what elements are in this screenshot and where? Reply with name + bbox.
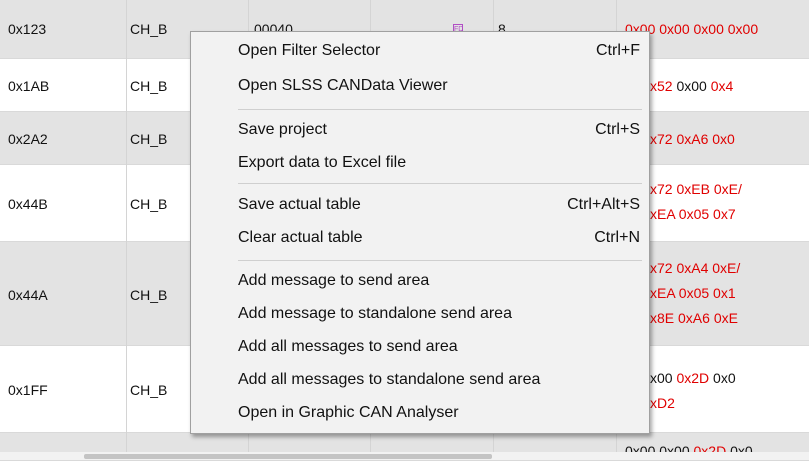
menu-item-shortcut: Ctrl+F <box>596 42 640 59</box>
channel: CH_B <box>130 196 168 212</box>
menu-item-label: Add message to standalone send area <box>238 305 512 322</box>
data-bytes: x52 0x00 0x4 <box>650 78 734 94</box>
menu-item-save-project[interactable]: Save project Ctrl+S <box>191 114 649 146</box>
message-id: 0x44A <box>8 287 48 303</box>
context-menu: Open Filter Selector Ctrl+F Open SLSS CA… <box>190 31 650 434</box>
menu-item-add-message-send-area[interactable]: Add message to send area <box>191 265 649 297</box>
menu-separator <box>238 109 642 110</box>
menu-item-open-filter-selector[interactable]: Open Filter Selector Ctrl+F <box>191 35 649 67</box>
message-id: 0x1FF <box>8 382 48 398</box>
menu-item-label: Save actual table <box>238 196 361 213</box>
menu-item-shortcut: Ctrl+N <box>594 229 640 246</box>
menu-item-label: Add message to send area <box>238 272 430 289</box>
menu-item-label: Clear actual table <box>238 229 363 246</box>
menu-item-open-slss-candata-viewer[interactable]: Open SLSS CANData Viewer <box>191 70 649 102</box>
horizontal-scrollbar-thumb[interactable] <box>84 454 492 459</box>
message-id: 0x2A2 <box>8 131 48 147</box>
menu-item-add-message-standalone[interactable]: Add message to standalone send area <box>191 298 649 330</box>
menu-item-label: Add all messages to send area <box>238 338 458 355</box>
menu-item-open-graphic-can-analyser[interactable]: Open in Graphic CAN Analyser <box>191 397 649 429</box>
message-id: 0x1AB <box>8 78 50 94</box>
menu-item-label: Export data to Excel file <box>238 154 407 171</box>
message-id: 0x123 <box>8 21 47 37</box>
data-bytes-line2: xD2 <box>650 395 675 411</box>
menu-item-shortcut: Ctrl+Alt+S <box>567 196 640 213</box>
menu-item-export-excel[interactable]: Export data to Excel file <box>191 147 649 179</box>
data-bytes: x72 0xA4 0xE/ <box>650 260 741 276</box>
channel: CH_B <box>130 78 168 94</box>
menu-item-label: Open Filter Selector <box>238 42 381 59</box>
menu-item-add-all-messages[interactable]: Add all messages to send area <box>191 331 649 363</box>
menu-item-label: Open in Graphic CAN Analyser <box>238 404 459 421</box>
channel: CH_B <box>130 287 168 303</box>
menu-item-shortcut: Ctrl+S <box>595 121 640 138</box>
menu-separator <box>238 260 642 261</box>
message-id: 0x44B <box>8 196 48 212</box>
menu-item-save-actual-table[interactable]: Save actual table Ctrl+Alt+S <box>191 189 649 221</box>
data-bytes: x72 0xEB 0xE/ <box>650 181 742 197</box>
menu-item-clear-actual-table[interactable]: Clear actual table Ctrl+N <box>191 222 649 254</box>
menu-item-add-all-messages-standalone[interactable]: Add all messages to standalone send area <box>191 364 649 396</box>
channel: CH_B <box>130 131 168 147</box>
data-bytes: x00 0x2D 0x0 <box>650 370 736 386</box>
menu-item-label: Add all messages to standalone send area <box>238 371 541 388</box>
data-bytes-line2: xEA 0x05 0x7 <box>650 206 736 222</box>
menu-item-label: Open SLSS CANData Viewer <box>238 77 448 94</box>
data-bytes-line3: x8E 0xA6 0xE <box>650 310 738 326</box>
menu-separator <box>238 183 642 184</box>
data-bytes: x72 0xA6 0x0 <box>650 131 735 147</box>
data-bytes-line2: xEA 0x05 0x1 <box>650 285 736 301</box>
menu-item-label: Save project <box>238 121 327 138</box>
channel: CH_B <box>130 21 168 37</box>
channel: CH_B <box>130 382 168 398</box>
